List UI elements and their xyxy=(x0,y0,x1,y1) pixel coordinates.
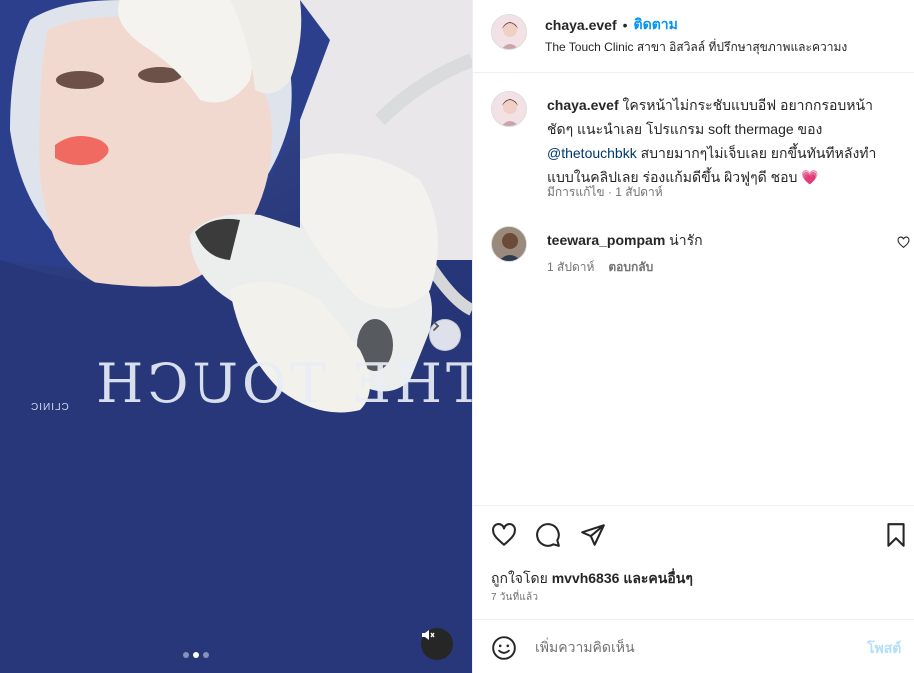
meta-separator: · xyxy=(607,185,612,199)
caption-mention-link[interactable]: @thetouchbkk xyxy=(547,145,637,161)
likes-user[interactable]: mvvh6836 xyxy=(552,570,620,586)
carousel-dot xyxy=(203,652,209,658)
mute-button[interactable] xyxy=(421,628,453,660)
emoji-button[interactable] xyxy=(491,635,517,666)
separator: • xyxy=(622,17,628,33)
carousel-dot xyxy=(183,652,189,658)
comment-input[interactable] xyxy=(535,636,835,658)
commenter-username[interactable]: teewara_pompam xyxy=(547,232,665,248)
shirt-logo-subtext: CLINIC xyxy=(30,402,69,413)
caption-username[interactable]: chaya.evef xyxy=(547,97,619,113)
location-link[interactable]: The Touch Clinic สาขา อิสวิลล์ ที่ปรึกษา… xyxy=(545,38,875,57)
chevron-right-icon xyxy=(433,321,440,331)
caption-avatar[interactable] xyxy=(491,91,527,127)
follow-button[interactable]: ติดตาม xyxy=(634,14,678,36)
likes-prefix: ถูกใจโดย xyxy=(491,570,548,586)
caption-time[interactable]: 1 สัปดาห์ xyxy=(615,185,662,199)
speaker-muted-icon xyxy=(422,630,435,640)
comment-button[interactable] xyxy=(535,522,561,553)
carousel-next-button[interactable] xyxy=(429,319,461,351)
avatar[interactable] xyxy=(491,14,527,50)
likes-summary: ถูกใจโดย mvvh6836 และคนอื่นๆ xyxy=(491,568,693,590)
heart-icon xyxy=(492,523,516,546)
comment-meta: 1 สัปดาห์ ตอบกลับ xyxy=(547,258,653,277)
bookmark-icon xyxy=(887,523,905,547)
edited-label: มีการแก้ไข xyxy=(547,185,605,199)
caption-text: chaya.evef ใครหน้าไม่กระชับแบบอีฟ อยากกร… xyxy=(547,93,899,189)
action-bar xyxy=(473,505,914,565)
reply-button[interactable]: ตอบกลับ xyxy=(608,258,653,277)
like-button[interactable] xyxy=(491,522,517,553)
avatar-image xyxy=(492,227,526,261)
avatar-image xyxy=(492,15,526,49)
heart-icon xyxy=(897,236,910,249)
paper-plane-icon xyxy=(581,524,605,546)
save-button[interactable] xyxy=(883,522,909,553)
comment-like-button[interactable] xyxy=(897,236,910,254)
share-button[interactable] xyxy=(580,522,606,553)
author-username[interactable]: chaya.evef xyxy=(545,17,617,33)
comment-time[interactable]: 1 สัปดาห์ xyxy=(547,258,594,277)
post-timestamp[interactable]: 7 วันที่แล้ว xyxy=(491,590,538,605)
comment-body: น่ารัก xyxy=(669,232,703,248)
commenter-avatar[interactable] xyxy=(491,226,527,262)
shirt-logo-text: THE TOUCH xyxy=(92,352,472,415)
smiley-icon xyxy=(492,636,516,660)
post-details-panel: chaya.evef • ติดตาม The Touch Clinic สาข… xyxy=(472,0,914,673)
post-header: chaya.evef • ติดตาม The Touch Clinic สาข… xyxy=(473,0,914,73)
avatar-image xyxy=(492,92,526,126)
post-comment-button[interactable]: โพสต์ xyxy=(867,638,901,660)
heart-emoji: 💗 xyxy=(801,169,819,185)
add-comment-bar: โพสต์ xyxy=(473,619,914,673)
caption-meta: มีการแก้ไข · 1 สัปดาห์ xyxy=(547,183,663,202)
comment-text: teewara_pompam น่ารัก xyxy=(547,230,703,252)
likes-others-link[interactable]: และคนอื่นๆ xyxy=(623,570,693,586)
carousel-indicator xyxy=(183,652,209,658)
header-user-row: chaya.evef • ติดตาม xyxy=(545,14,678,36)
comment-icon xyxy=(536,523,560,547)
carousel-dot-active xyxy=(193,652,199,658)
post-media[interactable]: THE TOUCH CLINIC xyxy=(0,0,472,673)
post-image xyxy=(0,0,472,673)
